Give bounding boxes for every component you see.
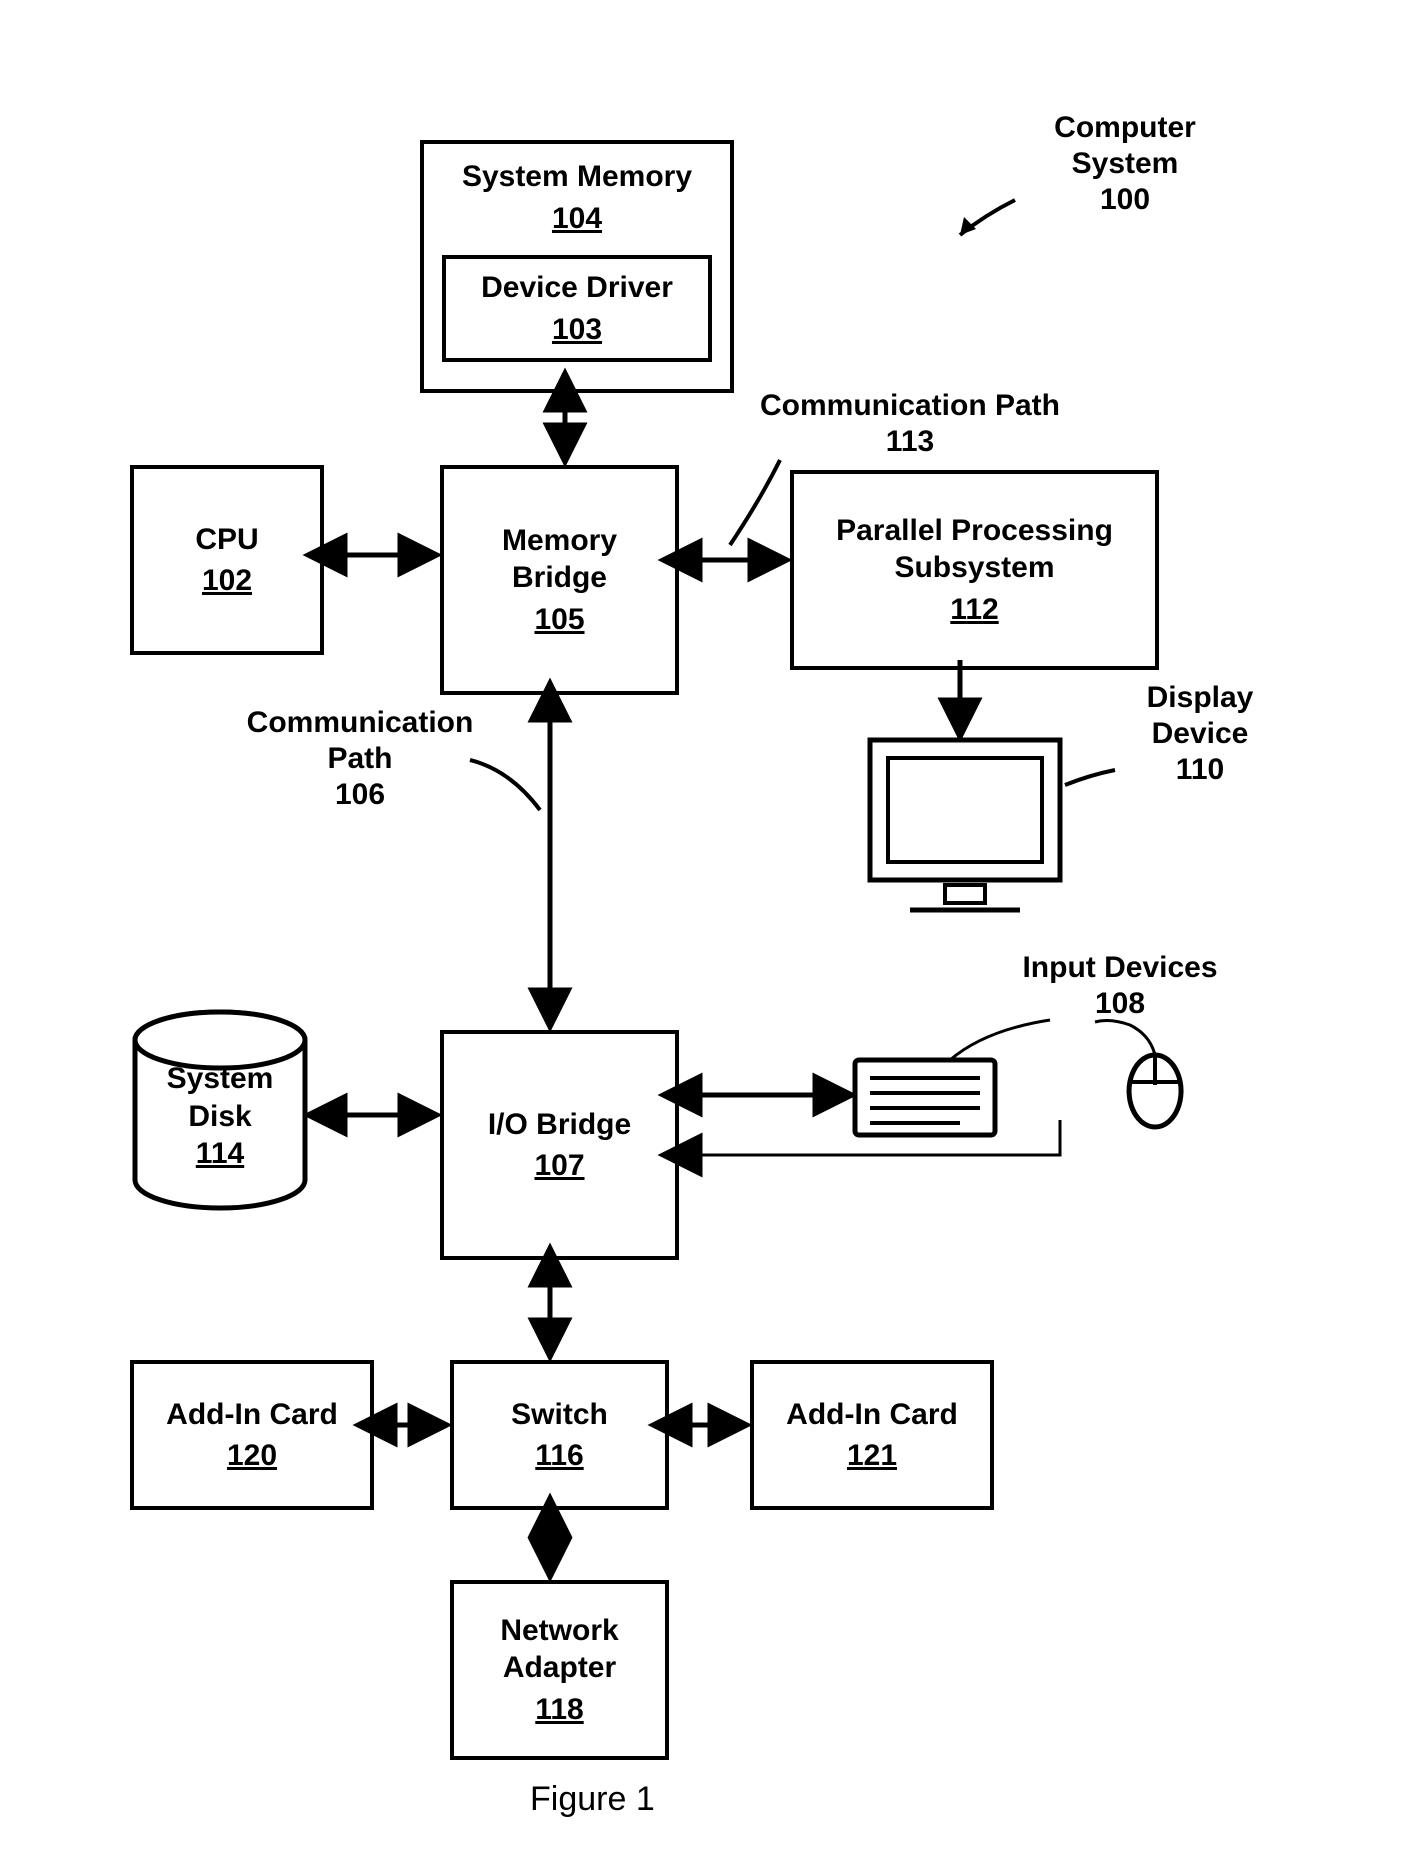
cpu-block: CPU 102 [130, 465, 324, 655]
display-device-line1: Display [1110, 680, 1290, 716]
title-line1: Computer [1000, 110, 1250, 146]
io-bridge-title: I/O Bridge [488, 1106, 631, 1144]
memory-bridge-title1: Memory [502, 522, 617, 560]
input-devices-line1: Input Devices [990, 950, 1250, 986]
cpu-title: CPU [195, 521, 258, 559]
memory-bridge-block: Memory Bridge 105 [440, 465, 679, 695]
comm-path-113-label: Communication Path 113 [720, 388, 1100, 460]
display-device-label: Display Device 110 [1110, 680, 1290, 788]
title-label: Computer System 100 [1000, 110, 1250, 218]
pps-block: Parallel Processing Subsystem 112 [790, 470, 1159, 670]
comm-path-106-line1: Communication [235, 705, 485, 741]
comm-path-106-label: Communication Path 106 [235, 705, 485, 813]
network-adapter-title2: Adapter [503, 1649, 616, 1687]
comm-path-113-num: 113 [720, 424, 1100, 460]
display-device-line2: Device [1110, 716, 1290, 752]
memory-bridge-num: 105 [534, 601, 584, 639]
memory-bridge-title2: Bridge [512, 559, 607, 597]
comm-path-106-line2: Path [235, 741, 485, 777]
switch-block: Switch 116 [450, 1360, 669, 1510]
callout-display [1065, 770, 1115, 785]
system-memory-block: System Memory 104 Device Driver 103 [420, 140, 734, 393]
io-bridge-block: I/O Bridge 107 [440, 1030, 679, 1260]
callout-keyboard [950, 1020, 1050, 1060]
cpu-num: 102 [202, 562, 252, 600]
figure-caption: Figure 1 [530, 1780, 655, 1819]
pps-title2: Subsystem [894, 549, 1054, 587]
system-memory-title: System Memory [462, 158, 692, 196]
keyboard-icon [855, 1060, 995, 1135]
mouse-icon [1095, 1021, 1181, 1127]
addin-left-title: Add-In Card [166, 1396, 338, 1434]
network-adapter-block: Network Adapter 118 [450, 1580, 669, 1760]
system-disk-icon [135, 1012, 305, 1208]
addin-left-num: 120 [227, 1437, 277, 1475]
addin-right-title: Add-In Card [786, 1396, 958, 1434]
device-driver-title: Device Driver [481, 269, 673, 307]
conn-iobridge-mouse-wire [665, 1120, 1060, 1155]
comm-path-113-line1: Communication Path [720, 388, 1100, 424]
input-devices-num: 108 [990, 986, 1250, 1022]
title-line2: System [1000, 146, 1250, 182]
addin-card-right-block: Add-In Card 121 [750, 1360, 994, 1510]
comm-path-106-num: 106 [235, 777, 485, 813]
switch-title: Switch [511, 1396, 608, 1434]
system-disk-title1: System [150, 1060, 290, 1098]
pps-num: 112 [950, 591, 998, 629]
device-driver-block: Device Driver 103 [442, 255, 712, 362]
device-driver-num: 103 [552, 311, 602, 349]
system-disk-title2: Disk [150, 1098, 290, 1136]
addin-right-num: 121 [847, 1437, 897, 1475]
display-monitor-icon [870, 740, 1060, 910]
network-adapter-num: 118 [535, 1691, 583, 1729]
system-disk-num: 114 [150, 1135, 290, 1173]
diagram-canvas: Computer System 100 System Memory 104 De… [0, 0, 1416, 1875]
network-adapter-title1: Network [500, 1612, 618, 1650]
title-num: 100 [1000, 182, 1250, 218]
input-devices-label: Input Devices 108 [990, 950, 1250, 1022]
callout-113 [730, 460, 780, 545]
pps-title1: Parallel Processing [836, 512, 1113, 550]
addin-card-left-block: Add-In Card 120 [130, 1360, 374, 1510]
display-device-num: 110 [1110, 752, 1290, 788]
switch-num: 116 [535, 1437, 583, 1475]
io-bridge-num: 107 [534, 1147, 584, 1185]
system-memory-num: 104 [552, 200, 602, 238]
